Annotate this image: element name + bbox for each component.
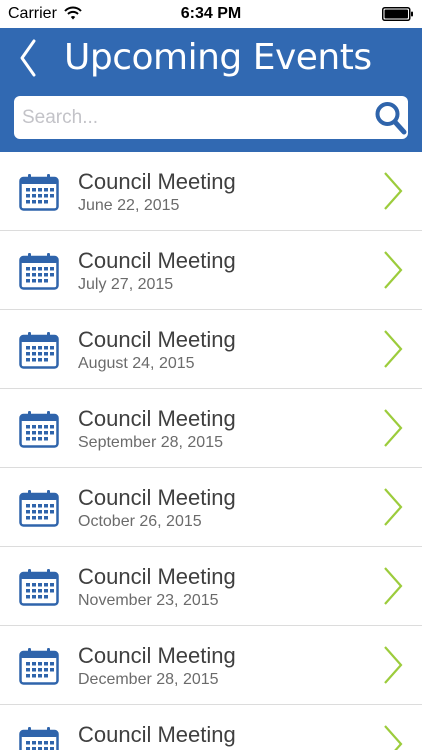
calendar-icon <box>19 647 59 685</box>
calendar-icon <box>19 252 59 290</box>
chevron-right-icon <box>383 171 403 211</box>
chevron-right-icon <box>383 566 403 606</box>
event-date: October 26, 2015 <box>78 513 202 530</box>
event-title: Council Meeting <box>78 406 236 431</box>
status-time: 6:34 PM <box>180 5 242 22</box>
list-item[interactable]: Council Meeting September 28, 2015 <box>0 389 422 468</box>
event-list: Council Meeting June 22, 2015 Council Me… <box>0 152 422 750</box>
event-title: Council Meeting <box>78 327 236 352</box>
page-title: Upcoming Events <box>64 37 372 78</box>
list-item[interactable]: Council Meeting <box>0 705 422 750</box>
calendar-icon <box>19 568 59 606</box>
chevron-right-icon <box>383 408 403 448</box>
search-bar <box>14 96 408 139</box>
calendar-icon <box>19 410 59 448</box>
chevron-right-icon <box>383 724 403 750</box>
event-title: Council Meeting <box>78 564 236 589</box>
event-title: Council Meeting <box>78 485 236 510</box>
event-title: Council Meeting <box>78 169 236 194</box>
event-date: June 22, 2015 <box>78 197 180 214</box>
calendar-icon <box>19 173 59 211</box>
list-item[interactable]: Council Meeting October 26, 2015 <box>0 468 422 547</box>
chevron-right-icon <box>383 250 403 290</box>
chevron-right-icon <box>383 487 403 527</box>
chevron-right-icon <box>383 645 403 685</box>
list-item[interactable]: Council Meeting December 28, 2015 <box>0 626 422 705</box>
calendar-icon <box>19 489 59 527</box>
navigation-header: Upcoming Events <box>0 28 422 152</box>
event-title: Council Meeting <box>78 248 236 273</box>
status-bar: Carrier 6:34 PM <box>0 0 422 28</box>
search-icon[interactable] <box>373 99 407 137</box>
event-date: December 28, 2015 <box>78 671 219 688</box>
chevron-left-icon <box>20 39 36 77</box>
list-item[interactable]: Council Meeting June 22, 2015 <box>0 152 422 231</box>
app-screen: Carrier 6:34 PM Upcoming Events Search..… <box>0 0 422 750</box>
list-item[interactable]: Council Meeting November 23, 2015 <box>0 547 422 626</box>
event-title: Council Meeting <box>78 643 236 668</box>
list-item[interactable]: Council Meeting August 24, 2015 <box>0 310 422 389</box>
battery-icon <box>382 7 413 21</box>
calendar-icon <box>19 726 59 750</box>
list-item[interactable]: Council Meeting July 27, 2015 <box>0 231 422 310</box>
search-input[interactable] <box>22 96 372 139</box>
chevron-right-icon <box>383 329 403 369</box>
calendar-icon <box>19 331 59 369</box>
back-button[interactable] <box>12 36 48 80</box>
event-date: July 27, 2015 <box>78 276 174 293</box>
event-date: November 23, 2015 <box>78 592 219 609</box>
event-title: Council Meeting <box>78 722 236 747</box>
event-date: August 24, 2015 <box>78 355 195 372</box>
event-date: September 28, 2015 <box>78 434 223 451</box>
